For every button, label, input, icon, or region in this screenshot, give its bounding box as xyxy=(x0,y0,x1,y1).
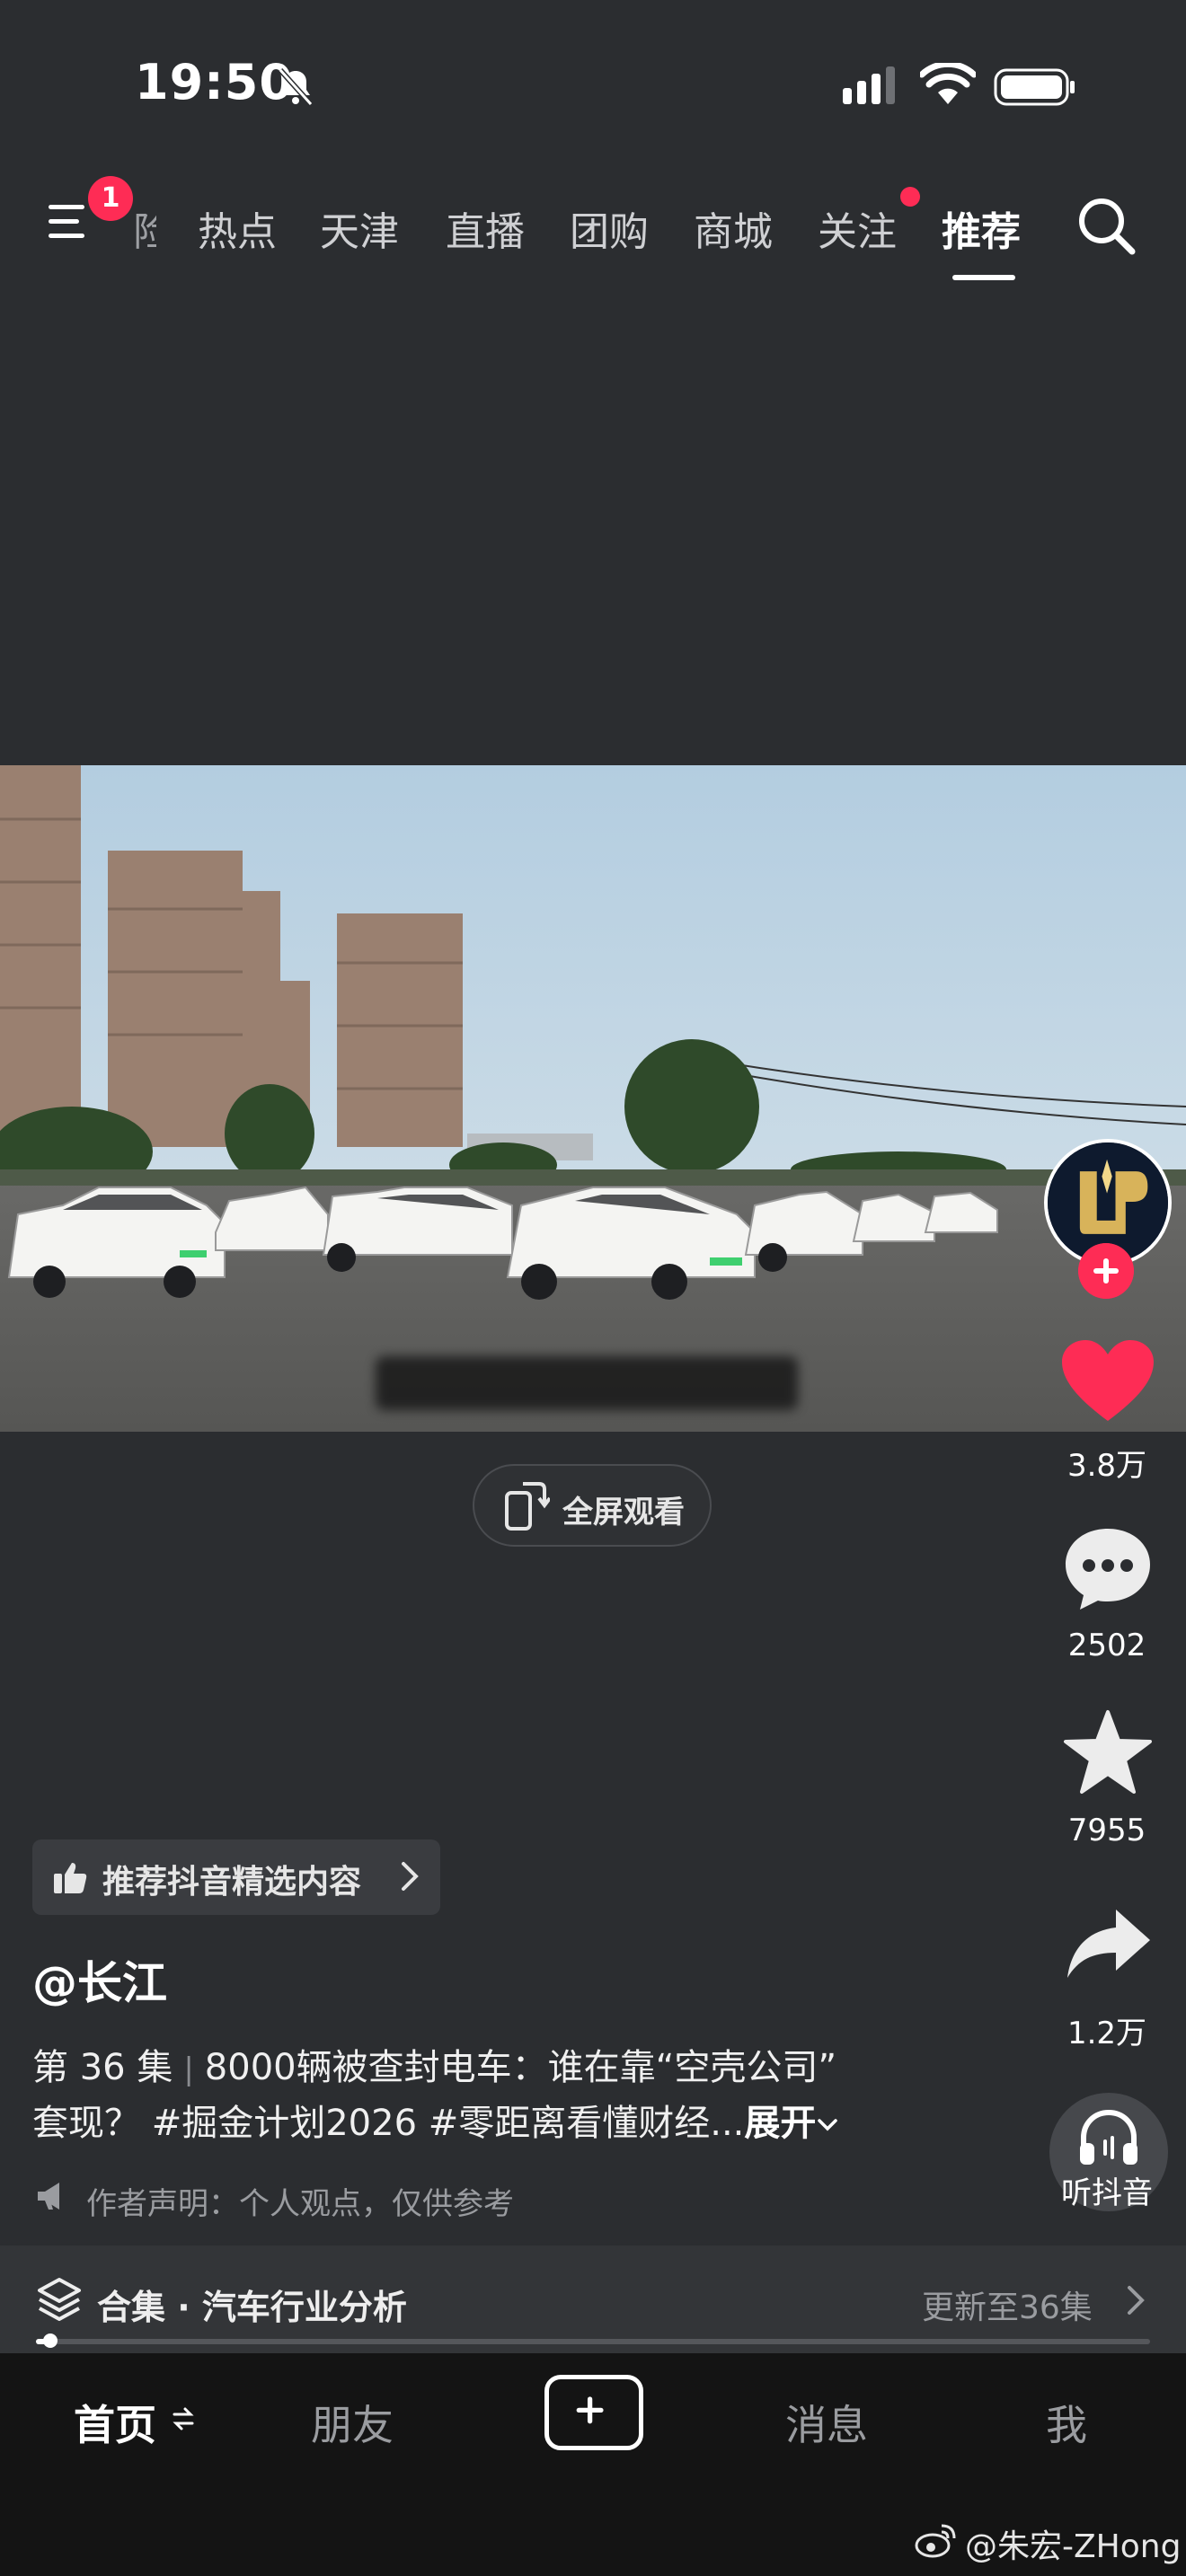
status-time: 19:50 xyxy=(135,54,294,110)
chevron-right-icon xyxy=(402,1862,419,1891)
headphones-icon xyxy=(1080,2109,1137,2165)
weibo-logo-icon xyxy=(915,2524,956,2558)
tab-recommend[interactable]: 推荐 xyxy=(942,199,1021,257)
playback-progress-handle[interactable] xyxy=(43,2333,58,2348)
tab-mall[interactable]: 商城 xyxy=(694,199,773,257)
comment-count: 2502 xyxy=(1067,1628,1146,1663)
wifi-icon xyxy=(920,63,976,104)
create-button[interactable] xyxy=(544,2375,643,2450)
description-line-2: 套现？ #掘金计划2026 #零距离看懂财经... xyxy=(32,2103,745,2144)
expand-link[interactable]: 展开 xyxy=(744,2103,839,2144)
notification-badge: 1 xyxy=(88,176,133,221)
tab-live[interactable]: 直播 xyxy=(446,199,525,257)
watermark: @朱宏-ZHong xyxy=(965,2528,1182,2565)
playback-progress-track[interactable] xyxy=(36,2339,1150,2344)
listen-label: 听抖音 xyxy=(1061,2175,1153,2211)
share-icon[interactable] xyxy=(1066,1906,1152,1981)
rotate-phone-icon xyxy=(505,1482,550,1531)
description-line-1: 8000辆被查封电车：谁在靠“空壳公司” xyxy=(204,2047,837,2088)
thumbs-up-icon xyxy=(54,1863,87,1893)
favorite-count: 7955 xyxy=(1067,1813,1146,1848)
heart-icon[interactable] xyxy=(1060,1338,1155,1425)
layers-icon xyxy=(38,2278,81,2321)
tab-following[interactable]: 关注 xyxy=(818,199,897,257)
follow-plus-button[interactable] xyxy=(1078,1243,1134,1299)
bell-muted-icon xyxy=(278,67,314,107)
chevron-down-icon xyxy=(818,2119,838,2131)
nav-home[interactable]: 首页 xyxy=(74,2393,156,2452)
author-disclaimer: 作者声明：个人观点，仅供参考 xyxy=(86,2186,514,2222)
author-name[interactable]: @长江 xyxy=(32,1947,167,2012)
collection-label: 合集 · 汽车行业分析 xyxy=(97,2288,407,2327)
signal-icon xyxy=(843,66,895,104)
nav-friends[interactable]: 朋友 xyxy=(311,2393,394,2452)
tab-tianjin[interactable]: 天津 xyxy=(320,199,399,257)
subtitle-mosaic xyxy=(376,1356,798,1410)
comment-icon[interactable] xyxy=(1062,1525,1154,1611)
active-tab-indicator xyxy=(952,275,1015,280)
episode-label: 第 36 集 xyxy=(32,2047,173,2088)
star-icon[interactable] xyxy=(1062,1708,1154,1796)
search-icon[interactable] xyxy=(1075,194,1137,257)
video-player[interactable] xyxy=(0,765,1186,1432)
chevron-right-icon xyxy=(1128,2286,1145,2315)
promo-label: 推荐抖音精选内容 xyxy=(102,1864,362,1901)
fullscreen-label: 全屏观看 xyxy=(562,1495,685,1531)
nav-messages[interactable]: 消息 xyxy=(785,2393,868,2452)
share-count: 1.2万 xyxy=(1067,2016,1147,2051)
tab-group-buy[interactable]: 团购 xyxy=(570,199,649,257)
refresh-arrows-icon xyxy=(173,2407,194,2430)
nav-me[interactable]: 我 xyxy=(1046,2393,1087,2452)
battery-icon xyxy=(994,68,1075,106)
tab-hot[interactable]: 热点 xyxy=(198,199,277,257)
tab-clipped[interactable]: 险 xyxy=(133,199,156,257)
like-count: 3.8万 xyxy=(1067,1448,1147,1484)
megaphone-icon xyxy=(38,2183,59,2210)
following-update-dot xyxy=(900,187,920,207)
episode-separator: | xyxy=(183,2051,194,2087)
video-description: 第 36 集 | 8000辆被查封电车：谁在靠“空壳公司” 套现？ #掘金计划202… xyxy=(32,2041,985,2150)
collection-update-status: 更新至36集 xyxy=(922,2289,1093,2326)
